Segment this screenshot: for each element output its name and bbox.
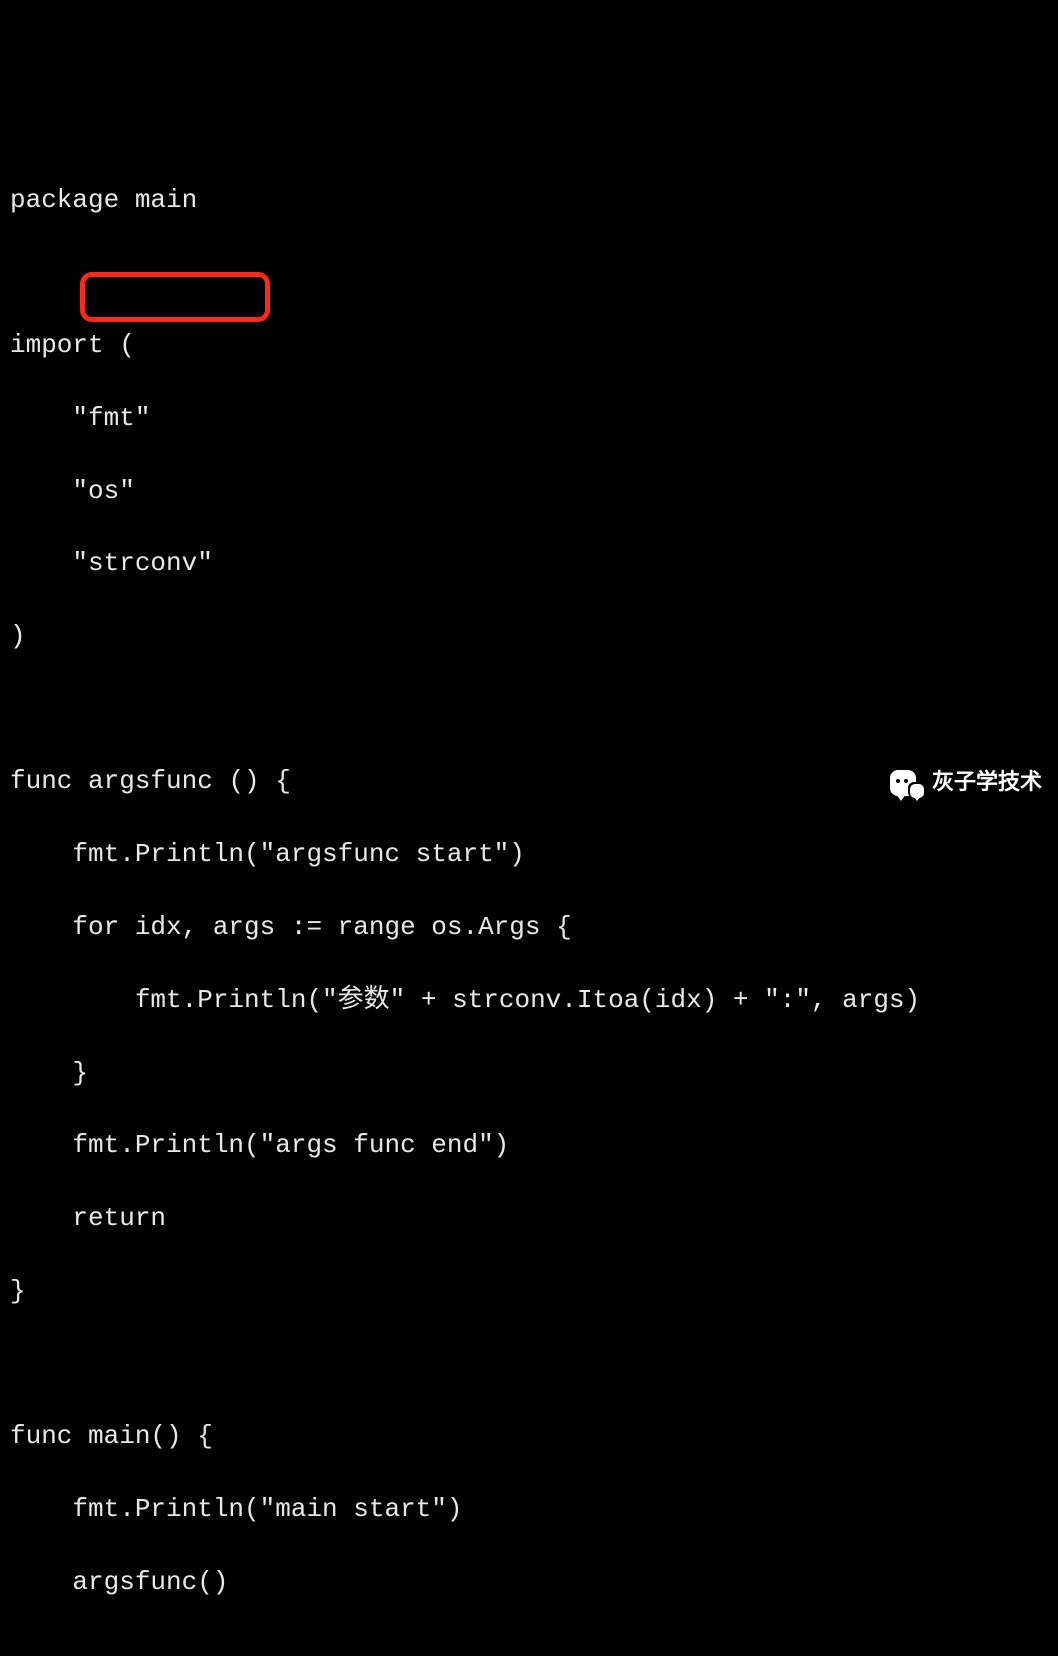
wechat-icon [890,768,924,798]
code-line: argsfunc() [10,1564,1048,1600]
code-line: "strconv" [10,545,1048,581]
code-line: fmt.Println("main start") [10,1491,1048,1527]
code-line: func main() { [10,1418,1048,1454]
code-line: ) [10,618,1048,654]
code-text: func [10,766,88,796]
code-line: fmt.Println("args func end") [10,1127,1048,1163]
code-text: { [260,766,291,796]
code-text: package main [10,185,197,215]
code-line: package main [10,182,1048,218]
code-line: import ( [10,327,1048,363]
code-line [10,255,1048,291]
code-line: } [10,1055,1048,1091]
code-line: fmt.Println("参数" + strconv.Itoa(idx) + "… [10,982,1048,1018]
code-line: return [10,1200,1048,1236]
code-line [10,691,1048,727]
code-line: } [10,1273,1048,1309]
code-line: "os" [10,473,1048,509]
watermark-text: 灰子学技术 [932,767,1042,798]
watermark: 灰子学技术 [890,767,1042,798]
code-text: argsfunc () [88,766,260,796]
code-line [10,1346,1048,1382]
code-line [10,1636,1048,1656]
code-line: "fmt" [10,400,1048,436]
